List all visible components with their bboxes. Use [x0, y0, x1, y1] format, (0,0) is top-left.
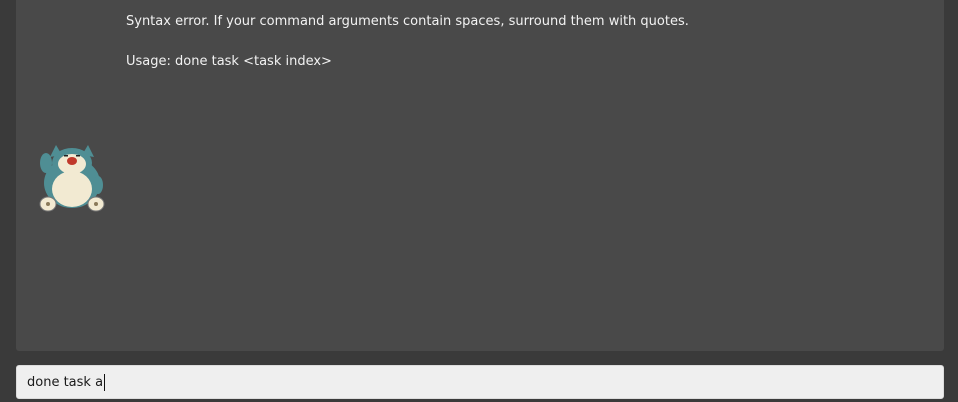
usage-message-text: Usage: done task <task index> [126, 54, 332, 69]
app-window: Syntax error. If your command arguments … [0, 0, 958, 402]
command-input-value: done task a [27, 374, 104, 390]
text-caret [104, 373, 106, 391]
snorlax-avatar-icon [34, 141, 110, 213]
chat-history-panel[interactable]: Syntax error. If your command arguments … [16, 0, 944, 351]
error-message-text: Syntax error. If your command arguments … [126, 14, 689, 29]
bot-message: Syntax error. If your command arguments … [126, 14, 926, 94]
command-input[interactable]: done task a [16, 365, 944, 399]
